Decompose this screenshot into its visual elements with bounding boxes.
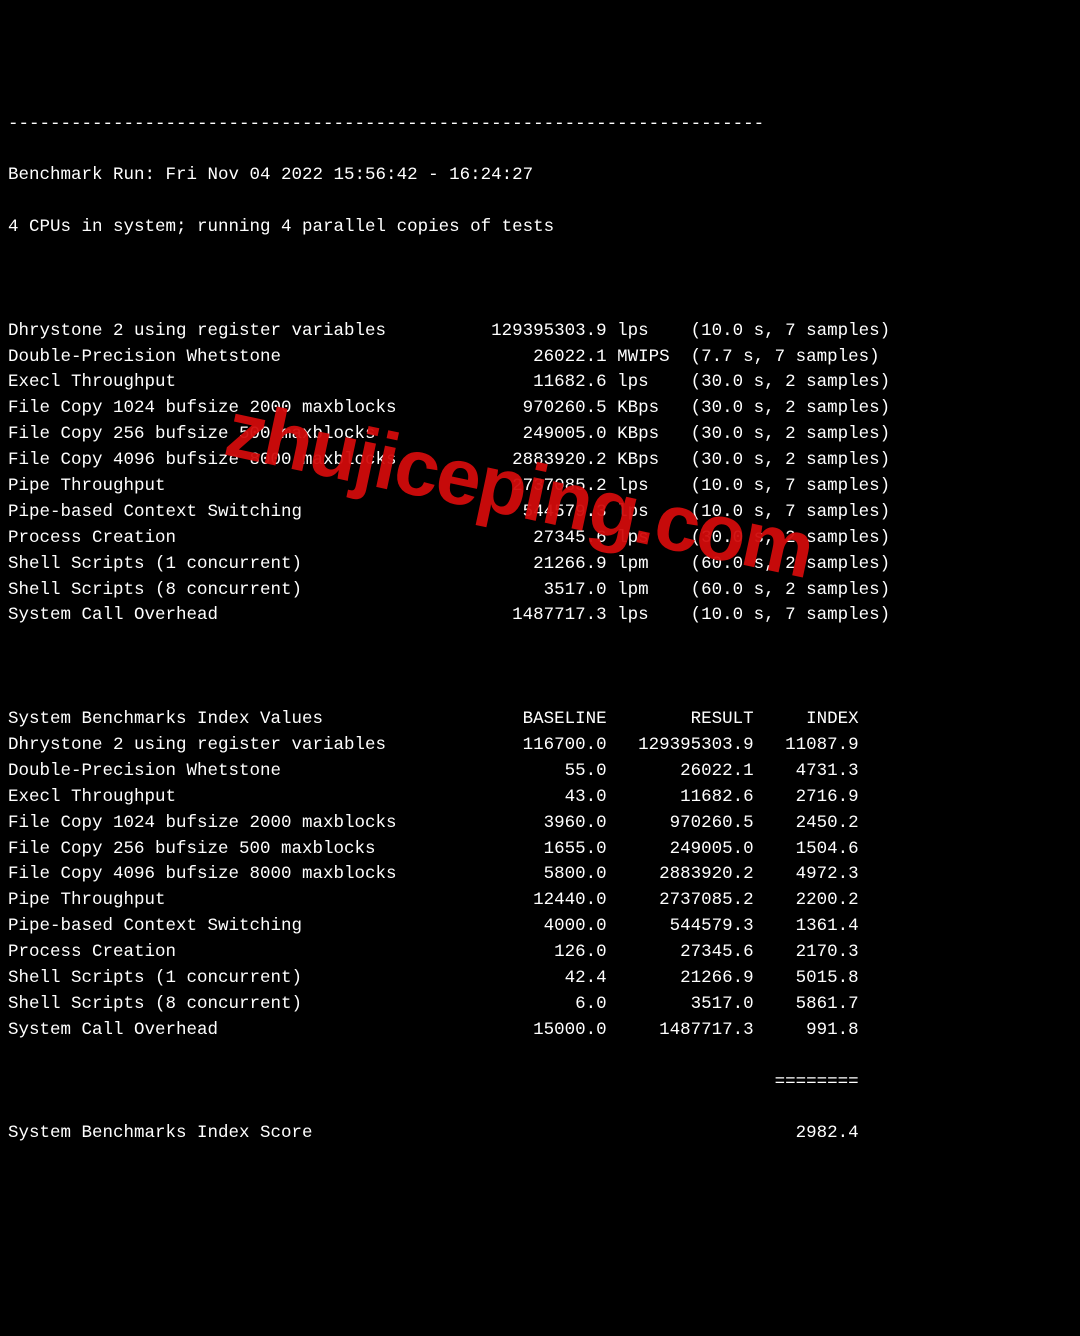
result-row: File Copy 1024 bufsize 2000 maxblocks 97… — [8, 396, 1072, 422]
index-row: System Call Overhead 15000.0 1487717.3 9… — [8, 1018, 1072, 1044]
result-row: Pipe-based Context Switching 544579.3 lp… — [8, 500, 1072, 526]
result-row: Execl Throughput 11682.6 lps (30.0 s, 2 … — [8, 370, 1072, 396]
result-row: File Copy 4096 bufsize 8000 maxblocks 28… — [8, 448, 1072, 474]
result-row: System Call Overhead 1487717.3 lps (10.0… — [8, 603, 1072, 629]
cpu-line: 4 CPUs in system; running 4 parallel cop… — [8, 215, 1072, 241]
blank-line — [8, 655, 1072, 681]
index-row: Shell Scripts (1 concurrent) 42.4 21266.… — [8, 966, 1072, 992]
separator-line: ----------------------------------------… — [8, 112, 1072, 138]
index-row: Double-Precision Whetstone 55.0 26022.1 … — [8, 759, 1072, 785]
result-row: Pipe Throughput 2737085.2 lps (10.0 s, 7… — [8, 474, 1072, 500]
index-block: System Benchmarks Index Values BASELINE … — [8, 707, 1072, 1044]
result-row: Shell Scripts (1 concurrent) 21266.9 lpm… — [8, 552, 1072, 578]
blank-line — [8, 267, 1072, 293]
result-row: File Copy 256 bufsize 500 maxblocks 2490… — [8, 422, 1072, 448]
index-row: Pipe Throughput 12440.0 2737085.2 2200.2 — [8, 888, 1072, 914]
result-row: Shell Scripts (8 concurrent) 3517.0 lpm … — [8, 578, 1072, 604]
benchmark-run-line: Benchmark Run: Fri Nov 04 2022 15:56:42 … — [8, 163, 1072, 189]
index-row: File Copy 256 bufsize 500 maxblocks 1655… — [8, 837, 1072, 863]
index-row: File Copy 4096 bufsize 8000 maxblocks 58… — [8, 862, 1072, 888]
index-row: Shell Scripts (8 concurrent) 6.0 3517.0 … — [8, 992, 1072, 1018]
index-row: Execl Throughput 43.0 11682.6 2716.9 — [8, 785, 1072, 811]
score-separator-line: ======== — [8, 1070, 1072, 1096]
index-row: File Copy 1024 bufsize 2000 maxblocks 39… — [8, 811, 1072, 837]
result-row: Process Creation 27345.6 lps (30.0 s, 2 … — [8, 526, 1072, 552]
score-line: System Benchmarks Index Score 2982.4 — [8, 1121, 1072, 1147]
index-row: Process Creation 126.0 27345.6 2170.3 — [8, 940, 1072, 966]
index-row: Pipe-based Context Switching 4000.0 5445… — [8, 914, 1072, 940]
index-header-row: System Benchmarks Index Values BASELINE … — [8, 707, 1072, 733]
index-row: Dhrystone 2 using register variables 116… — [8, 733, 1072, 759]
result-row: Double-Precision Whetstone 26022.1 MWIPS… — [8, 345, 1072, 371]
result-row: Dhrystone 2 using register variables 129… — [8, 319, 1072, 345]
results-block: Dhrystone 2 using register variables 129… — [8, 319, 1072, 630]
